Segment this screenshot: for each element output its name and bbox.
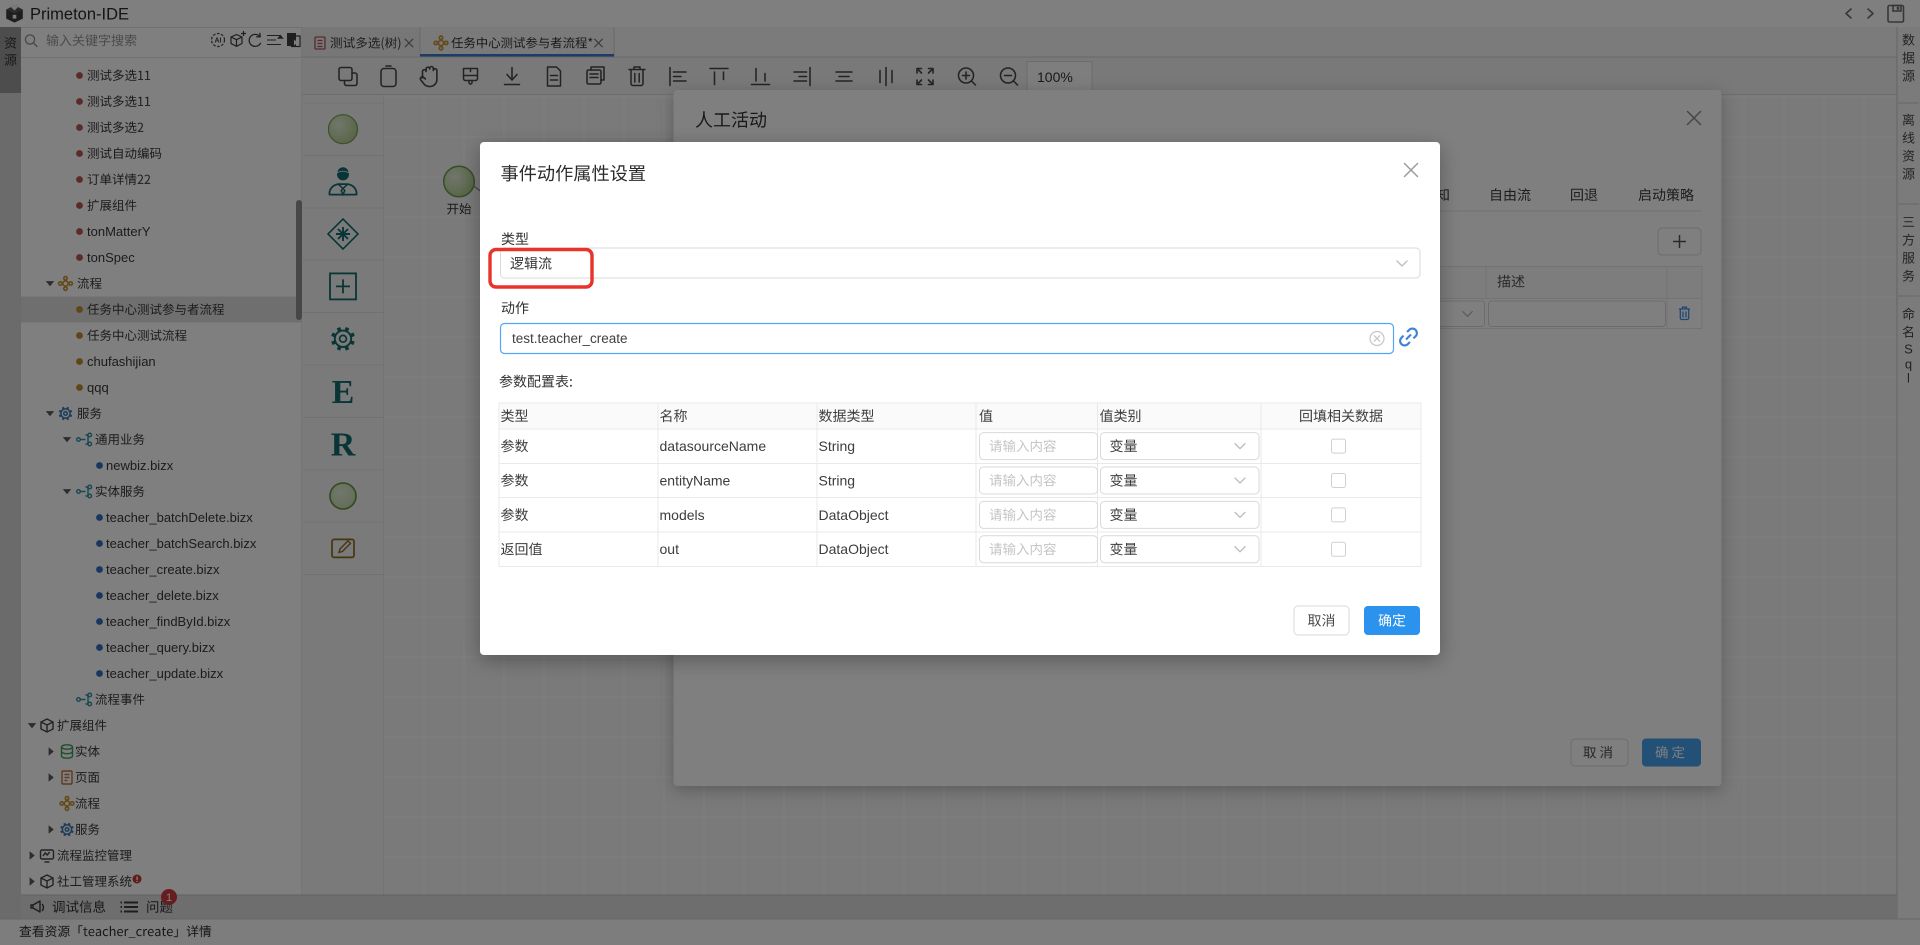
svg-text:out: out — [660, 541, 680, 557]
svg-text:models: models — [660, 507, 705, 523]
svg-text:datasourceName: datasourceName — [660, 438, 767, 454]
svg-text:test.teacher_create: test.teacher_create — [512, 331, 628, 346]
svg-text:DataObject: DataObject — [819, 541, 889, 557]
svg-text:String: String — [819, 438, 856, 454]
svg-text:String: String — [819, 472, 856, 488]
svg-text:entityName: entityName — [660, 472, 731, 488]
svg-text:DataObject: DataObject — [819, 507, 889, 523]
